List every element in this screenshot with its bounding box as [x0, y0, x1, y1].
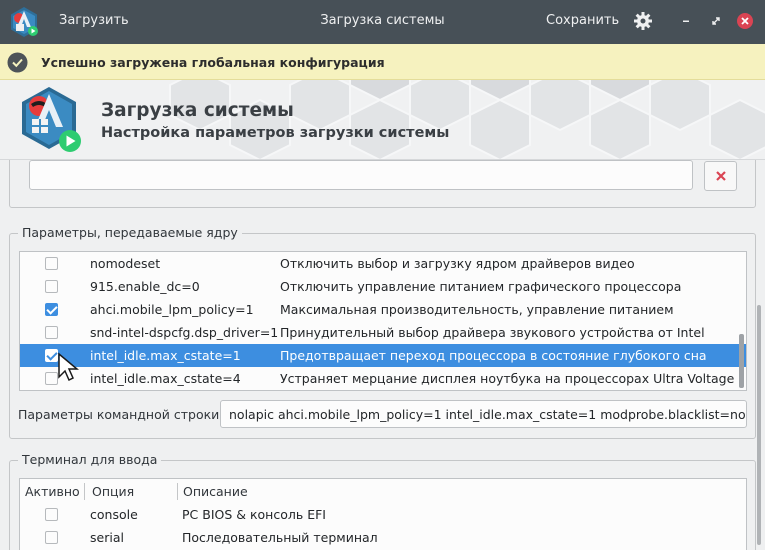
option-description: Предотвращает переход процессора в состо…: [280, 348, 707, 363]
option-name: intel_idle.max_cstate=4: [90, 371, 241, 386]
option-name: ahci.mobile_lpm_policy=1: [90, 302, 254, 317]
checkbox[interactable]: [45, 531, 58, 544]
list-item[interactable]: ahci.mobile_lpm_policy=1 Максимальная пр…: [20, 298, 746, 321]
option-description: Устраняет мерцание дисплея ноутбука на п…: [280, 371, 735, 386]
column-header-option[interactable]: Опция: [92, 484, 134, 499]
cmdline-value: nolapic ahci.mobile_lpm_policy=1 intel_i…: [229, 407, 747, 422]
checkmark-icon: [7, 52, 28, 73]
terminal-table[interactable]: Активно Опция Описание console PC BIOS &…: [19, 478, 747, 550]
option-name: snd-intel-dspcfg.dsp_driver=1: [90, 325, 279, 340]
terminal-title: Терминал для ввода: [18, 452, 162, 467]
list-item[interactable]: intel_idle.max_cstate=4 Устраняет мерцан…: [20, 367, 746, 390]
option-name: nomodeset: [90, 256, 161, 271]
kernel-params-list[interactable]: nomodeset Отключить выбор и загрузку ядр…: [19, 251, 747, 391]
cmdline-label: Параметры командной строки:: [18, 407, 224, 422]
option-name: 915.enable_dc=0: [90, 279, 200, 294]
checkbox[interactable]: [45, 280, 58, 293]
page-header: Загрузка системы Настройка параметров за…: [0, 80, 765, 159]
column-header-active[interactable]: Активно: [25, 484, 80, 499]
column-header-description[interactable]: Описание: [183, 484, 248, 499]
clear-button[interactable]: [704, 161, 737, 191]
list-item[interactable]: 915.enable_dc=0 Отключить управление пит…: [20, 275, 746, 298]
header-subtitle: Настройка параметров загрузки системы: [101, 125, 450, 141]
success-banner: Успешно загружена глобальная конфигураци…: [0, 44, 765, 80]
option-description: Отключить выбор и загрузку ядром драйвер…: [280, 256, 635, 271]
maximize-icon[interactable]: [707, 12, 725, 30]
checkbox[interactable]: [45, 508, 58, 521]
minimize-icon[interactable]: [677, 12, 695, 30]
checkbox[interactable]: [45, 257, 58, 270]
option-description: Последовательный терминал: [182, 530, 378, 545]
app-logo: [22, 87, 81, 152]
gear-icon[interactable]: [633, 11, 653, 31]
option-description: Максимальная производительность, управле…: [280, 302, 674, 317]
checkbox[interactable]: [45, 303, 58, 316]
list-item-selected[interactable]: intel_idle.max_cstate=1 Предотвращает пе…: [20, 344, 746, 367]
option-description: PC BIOS & консоль EFI: [182, 507, 326, 522]
list-item[interactable]: nomodeset Отключить выбор и загрузку ядр…: [20, 252, 746, 275]
list-item[interactable]: snd-intel-dspcfg.dsp_driver=1 Принудител…: [20, 321, 746, 344]
option-name: console: [90, 507, 138, 522]
save-button[interactable]: Сохранить: [546, 13, 619, 28]
app-icon: [11, 7, 38, 37]
table-row[interactable]: console PC BIOS & консоль EFI: [20, 503, 746, 526]
option-name: intel_idle.max_cstate=1: [90, 348, 241, 363]
content-area: Параметры, передаваемые ядру nomodeset О…: [0, 159, 765, 550]
text-input[interactable]: [29, 160, 693, 190]
option-description: Отключить управление питанием графическо…: [280, 279, 682, 294]
option-description: Принудительный выбор драйвера звукового …: [280, 325, 705, 340]
column-separator: [177, 483, 178, 500]
mouse-cursor-icon: [58, 352, 79, 382]
option-name: serial: [90, 530, 124, 545]
clear-icon: [716, 171, 726, 181]
load-button[interactable]: Загрузить: [59, 13, 129, 28]
header-title: Загрузка системы: [101, 100, 294, 121]
table-row[interactable]: serial Последовательный терминал: [20, 526, 746, 549]
checkbox[interactable]: [45, 326, 58, 339]
title-bar: Загрузить Загрузка системы Сохранить: [0, 0, 765, 44]
close-icon[interactable]: [736, 12, 754, 30]
banner-message: Успешно загружена глобальная конфигураци…: [41, 55, 385, 70]
column-separator: [84, 483, 85, 500]
list-scrollbar[interactable]: [739, 334, 744, 388]
kernel-params-title: Параметры, передаваемые ядру: [18, 225, 242, 240]
cmdline-input[interactable]: nolapic ahci.mobile_lpm_policy=1 intel_i…: [220, 400, 747, 428]
page-scrollbar[interactable]: [757, 305, 761, 545]
